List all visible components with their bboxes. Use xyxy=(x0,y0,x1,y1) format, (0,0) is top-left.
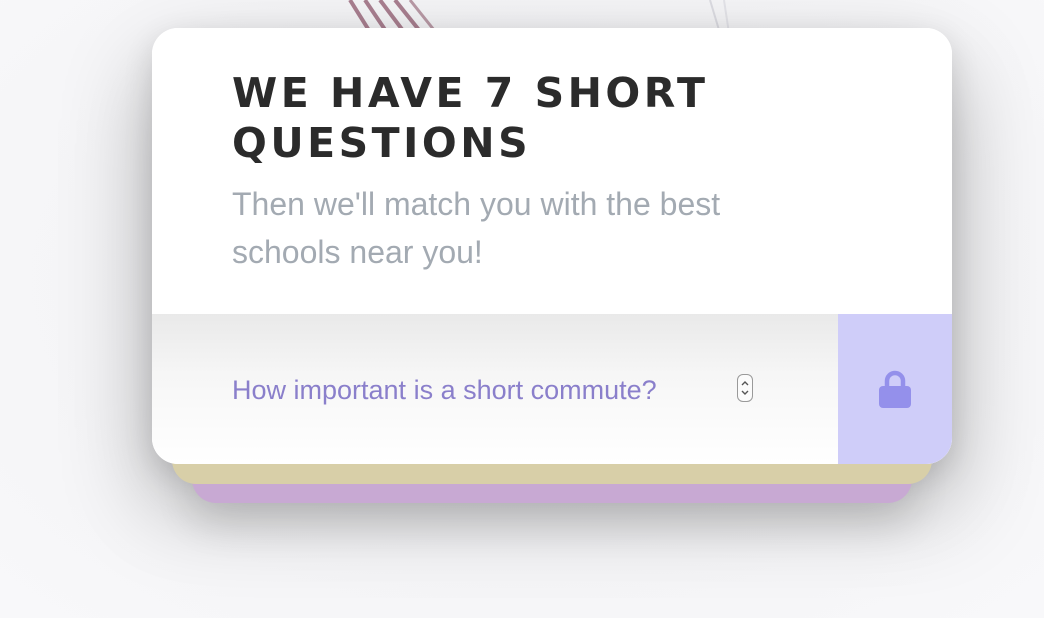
chevron-up-down-icon[interactable] xyxy=(737,374,753,402)
lock-icon xyxy=(879,370,911,408)
card-subtitle: Then we'll match you with the best schoo… xyxy=(232,186,721,270)
question-select[interactable]: How important is a short commute? xyxy=(232,372,772,408)
question-card: WE HAVE 7 SHORT QUESTIONS Then we'll mat… xyxy=(152,28,952,464)
question-selected-value: How important is a short commute? xyxy=(232,374,657,405)
card-header: WE HAVE 7 SHORT QUESTIONS Then we'll mat… xyxy=(152,28,952,314)
page-background: WE HAVE 7 SHORT QUESTIONS Then we'll mat… xyxy=(0,0,1044,618)
lock-button[interactable] xyxy=(838,314,952,464)
question-row: How important is a short commute? xyxy=(152,314,952,464)
card-title: WE HAVE 7 SHORT QUESTIONS xyxy=(232,69,709,167)
